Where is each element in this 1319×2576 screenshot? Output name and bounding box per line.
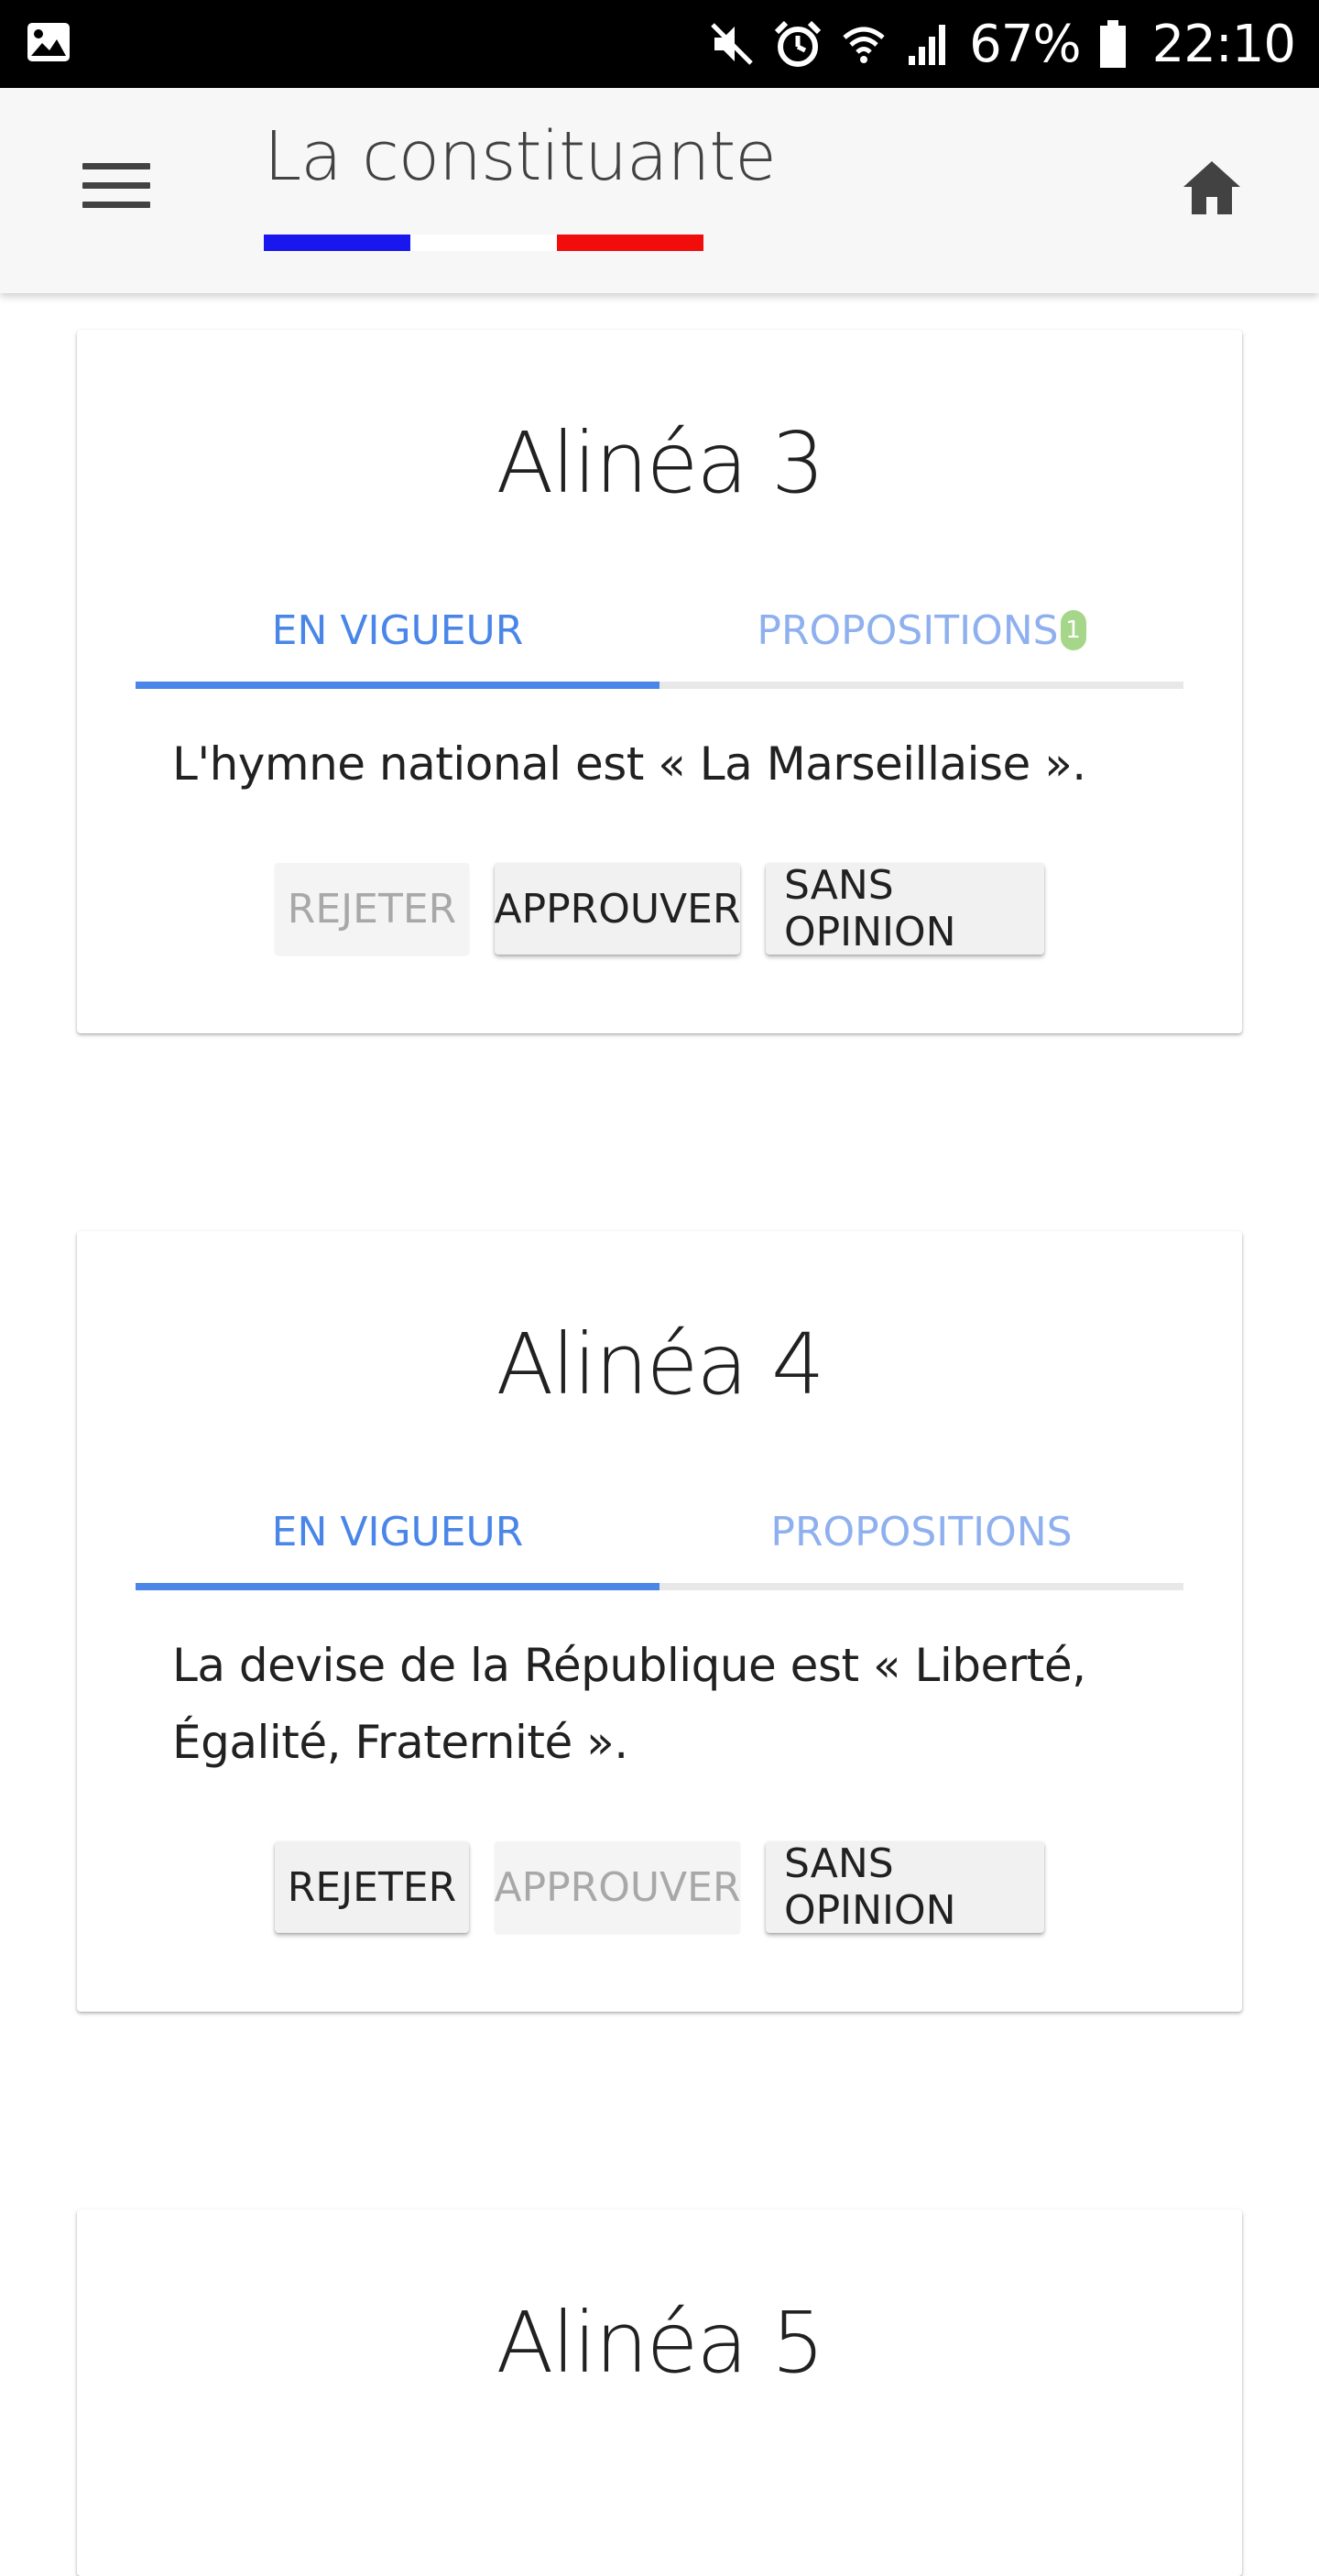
flag-red-stripe	[557, 235, 703, 251]
article-card: Alinéa 5	[77, 2210, 1242, 2576]
tab-label: PROPOSITIONS	[770, 1508, 1073, 1555]
flag-blue-stripe	[264, 235, 410, 251]
tab-label: EN VIGUEUR	[271, 606, 524, 654]
menu-icon[interactable]	[82, 163, 150, 214]
tab-propositions[interactable]: PROPOSITIONS 1	[660, 579, 1183, 682]
wifi-icon	[841, 21, 887, 67]
tab-label: PROPOSITIONS	[757, 606, 1059, 654]
mute-icon	[709, 21, 755, 67]
tab-en-vigueur[interactable]: EN VIGUEUR	[136, 579, 660, 682]
tab-indicator	[136, 682, 660, 689]
no-opinion-button[interactable]: SANS OPINION	[766, 862, 1044, 955]
vote-actions: REJETER APPROUVER SANS OPINION	[77, 1840, 1242, 1934]
article-tabs: EN VIGUEUR PROPOSITIONS 1	[136, 579, 1183, 689]
no-opinion-button[interactable]: SANS OPINION	[766, 1840, 1044, 1934]
clock: 22:10	[1151, 14, 1296, 74]
article-tabs: EN VIGUEUR PROPOSITIONS	[136, 1480, 1183, 1590]
app-title: La constituante	[264, 117, 777, 196]
status-bar: 67% 22:10	[0, 0, 1319, 88]
home-icon[interactable]	[1182, 159, 1242, 216]
article-card: Alinéa 4 EN VIGUEUR PROPOSITIONS La devi…	[77, 1231, 1242, 2012]
french-flag-bar	[264, 235, 703, 251]
tab-en-vigueur[interactable]: EN VIGUEUR	[136, 1480, 660, 1583]
reject-button[interactable]: REJETER	[275, 863, 469, 955]
signal-icon	[905, 21, 951, 67]
battery-icon	[1099, 20, 1127, 68]
image-icon	[26, 21, 71, 67]
tab-label: EN VIGUEUR	[271, 1508, 524, 1555]
flag-white-stripe	[410, 235, 557, 251]
alarm-icon	[773, 19, 823, 69]
approve-button[interactable]: APPROUVER	[494, 1841, 741, 1933]
approve-button[interactable]: APPROUVER	[494, 863, 741, 955]
article-title: Alinéa 3	[496, 414, 824, 512]
battery-level: 67%	[969, 14, 1081, 74]
tab-propositions[interactable]: PROPOSITIONS	[660, 1480, 1183, 1583]
article-title: Alinéa 5	[496, 2294, 824, 2392]
app-bar: La constituante	[0, 88, 1319, 293]
article-card: Alinéa 3 EN VIGUEUR PROPOSITIONS 1 L'hym…	[77, 330, 1242, 1033]
article-title: Alinéa 4	[496, 1315, 824, 1414]
article-text: L'hymne national est « La Marseillaise »…	[172, 737, 1086, 791]
reject-button[interactable]: REJETER	[275, 1841, 469, 1933]
vote-actions: REJETER APPROUVER SANS OPINION	[77, 862, 1242, 955]
tab-indicator	[136, 1583, 660, 1590]
propositions-count-badge: 1	[1060, 610, 1086, 650]
article-text: La devise de la République est « Liberté…	[172, 1639, 1086, 1769]
